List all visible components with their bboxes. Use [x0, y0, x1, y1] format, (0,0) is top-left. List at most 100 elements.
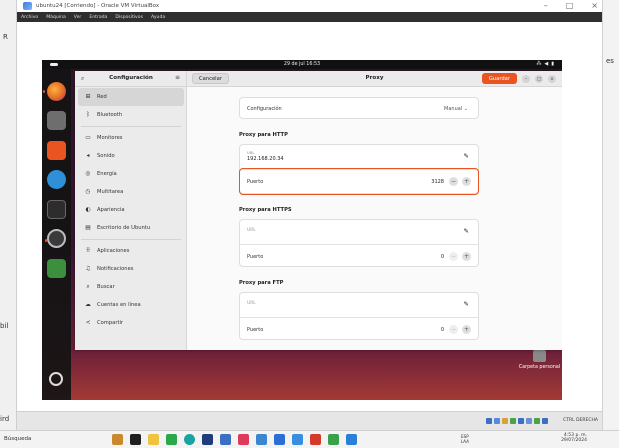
menu-ver[interactable]: Ver: [74, 15, 82, 20]
display-status-icon[interactable]: [534, 418, 540, 424]
menu-ayuda[interactable]: Ayuda: [151, 15, 165, 20]
decrement-button[interactable]: −: [449, 177, 458, 186]
shared-folder-status-icon[interactable]: [526, 418, 532, 424]
taskbar-app-icon[interactable]: [166, 434, 177, 445]
taskbar-app-icon[interactable]: [256, 434, 267, 445]
proxy-content: Cancelar Proxy Guardar – □ × Configuraci…: [187, 71, 562, 350]
increment-button[interactable]: +: [462, 325, 471, 334]
http-port-field[interactable]: Puerto 3128 − +: [239, 168, 479, 195]
topbar-clock[interactable]: 29 de jul 16:53: [42, 62, 562, 67]
hamburger-menu-icon[interactable]: ≡: [175, 74, 180, 81]
taskbar-date: 29/07/2024: [561, 438, 587, 443]
taskbar-app-icon[interactable]: [310, 434, 321, 445]
menu-archivo[interactable]: Archivo: [21, 15, 38, 20]
menu-maquina[interactable]: Máquina: [46, 15, 66, 20]
http-port-value[interactable]: 3128: [431, 179, 444, 185]
battery-tray-icon[interactable]: ▮: [551, 61, 554, 67]
menu-entrada[interactable]: Entrada: [89, 15, 107, 20]
bluetooth-icon: ᛒ: [86, 112, 90, 118]
sidebar-item-compartir[interactable]: ≺ Compartir: [78, 314, 184, 332]
sidebar-item-apariencia[interactable]: ◐ Apariencia: [78, 201, 184, 219]
taskbar-app-icon[interactable]: [292, 434, 303, 445]
sidebar-item-sonido[interactable]: ◂ Sonido: [78, 147, 184, 165]
harddisk-status-icon[interactable]: [486, 418, 492, 424]
https-port-value[interactable]: 0: [441, 254, 444, 260]
volume-tray-icon[interactable]: ◀: [544, 61, 548, 67]
desktop-home-folder[interactable]: Carpeta personal: [517, 350, 562, 370]
https-url-field[interactable]: URL ✎: [240, 220, 478, 244]
file-explorer-icon[interactable]: [148, 434, 159, 445]
increment-button[interactable]: +: [462, 177, 471, 186]
taskbar-search[interactable]: Búsqueda: [4, 436, 31, 442]
maximize-icon[interactable]: □: [535, 75, 543, 83]
close-icon[interactable]: ×: [548, 75, 556, 83]
http-url-value: 192.168.20.34: [247, 156, 284, 162]
sidebar-item-multitarea[interactable]: ◷ Multitarea: [78, 183, 184, 201]
vbox-titlebar[interactable]: ubuntu24 [Corriendo] - Oracle VM Virtual…: [17, 0, 602, 12]
sidebar-item-monitores[interactable]: ▭ Monitores: [78, 129, 184, 147]
taskview-icon[interactable]: [130, 434, 141, 445]
language-indicator[interactable]: ESP LAA: [461, 434, 469, 444]
virtualbox-taskbar-icon[interactable]: [274, 434, 285, 445]
sidebar-item-red[interactable]: ⊞ Red: [78, 88, 184, 106]
maximize-icon[interactable]: □: [566, 1, 574, 10]
decrement-button[interactable]: −: [449, 325, 458, 334]
files-icon[interactable]: [47, 111, 66, 130]
sidebar-item-cuentas-en-linea[interactable]: ☁ Cuentas en línea: [78, 296, 184, 314]
settings-gear-icon[interactable]: [45, 229, 66, 248]
settings-sidebar: ⌕ Configuración ≡ ⊞ Red ᛒ Bluetooth ▭ Monit…: [75, 71, 187, 350]
edge-icon[interactable]: [184, 434, 195, 445]
increment-button[interactable]: +: [462, 252, 471, 261]
optical-status-icon[interactable]: [494, 418, 500, 424]
network-status-icon[interactable]: [510, 418, 516, 424]
sidebar-item-bluetooth[interactable]: ᛒ Bluetooth: [78, 106, 184, 124]
config-mode-row[interactable]: Configuración Manual ⌄: [239, 97, 479, 119]
firefox-icon[interactable]: [43, 82, 66, 101]
config-mode-value[interactable]: Manual ⌄: [444, 106, 468, 112]
terminal-icon[interactable]: [47, 200, 66, 219]
edit-pencil-icon[interactable]: ✎: [464, 227, 469, 235]
http-proxy-panel: URL 192.168.20.34 ✎ Puerto 3128 − +: [239, 144, 479, 195]
taskbar-app-icon[interactable]: [238, 434, 249, 445]
audio-status-icon[interactable]: [502, 418, 508, 424]
http-url-field[interactable]: URL 192.168.20.34 ✎: [240, 145, 478, 169]
ftp-port-field[interactable]: Puerto 0 − +: [240, 317, 478, 341]
photos-icon[interactable]: [220, 434, 231, 445]
network-tray-icon[interactable]: ⁂: [536, 61, 541, 67]
save-button[interactable]: Guardar: [481, 73, 517, 84]
close-icon[interactable]: ×: [591, 1, 598, 10]
usb-status-icon[interactable]: [518, 418, 524, 424]
sidebar-item-energia[interactable]: ◎ Energía: [78, 165, 184, 183]
ftp-port-value[interactable]: 0: [441, 327, 444, 333]
vbox-menubar: Archivo Máquina Ver Entrada Dispositivos…: [17, 12, 602, 22]
sidebar-item-aplicaciones[interactable]: ⠿ Aplicaciones: [78, 242, 184, 260]
sidebar-item-label: Escritorio de Ubuntu: [97, 225, 151, 231]
capture-status-icon[interactable]: [542, 418, 548, 424]
https-port-field[interactable]: Puerto 0 − +: [240, 244, 478, 268]
sidebar-list: ⊞ Red ᛒ Bluetooth ▭ Monitores ◂ Sonido ◎ Ener…: [75, 88, 187, 332]
sidebar-item-escritorio-ubuntu[interactable]: ▤ Escritorio de Ubuntu: [78, 219, 184, 237]
app-center-icon[interactable]: [47, 141, 66, 160]
taskbar-app-icon[interactable]: [346, 434, 357, 445]
edit-pencil-icon[interactable]: ✎: [464, 300, 469, 308]
host-fragment-text: es: [606, 57, 614, 65]
taskbar-app-icon[interactable]: [112, 434, 123, 445]
minimize-icon[interactable]: –: [522, 75, 530, 83]
sidebar-item-buscar[interactable]: ⌕ Buscar: [78, 278, 184, 296]
edit-pencil-icon[interactable]: ✎: [464, 152, 469, 160]
sidebar-item-notificaciones[interactable]: ♫ Notificaciones: [78, 260, 184, 278]
chrome-icon[interactable]: [328, 434, 339, 445]
desktop-icon: ▤: [85, 225, 91, 231]
taskbar-clock[interactable]: 4:53 p. m. 29/07/2024: [561, 433, 587, 443]
ftp-url-field[interactable]: URL ✎: [240, 293, 478, 317]
trash-icon[interactable]: [47, 259, 66, 278]
help-icon[interactable]: [47, 170, 66, 189]
decrement-button[interactable]: −: [449, 252, 458, 261]
sidebar-item-label: Aplicaciones: [97, 248, 130, 254]
sidebar-item-label: Red: [97, 94, 107, 100]
store-icon[interactable]: [202, 434, 213, 445]
menu-dispositivos[interactable]: Dispositivos: [115, 15, 143, 20]
share-icon: ≺: [85, 320, 91, 326]
show-apps-icon[interactable]: [49, 372, 63, 386]
minimize-icon[interactable]: –: [544, 1, 548, 10]
